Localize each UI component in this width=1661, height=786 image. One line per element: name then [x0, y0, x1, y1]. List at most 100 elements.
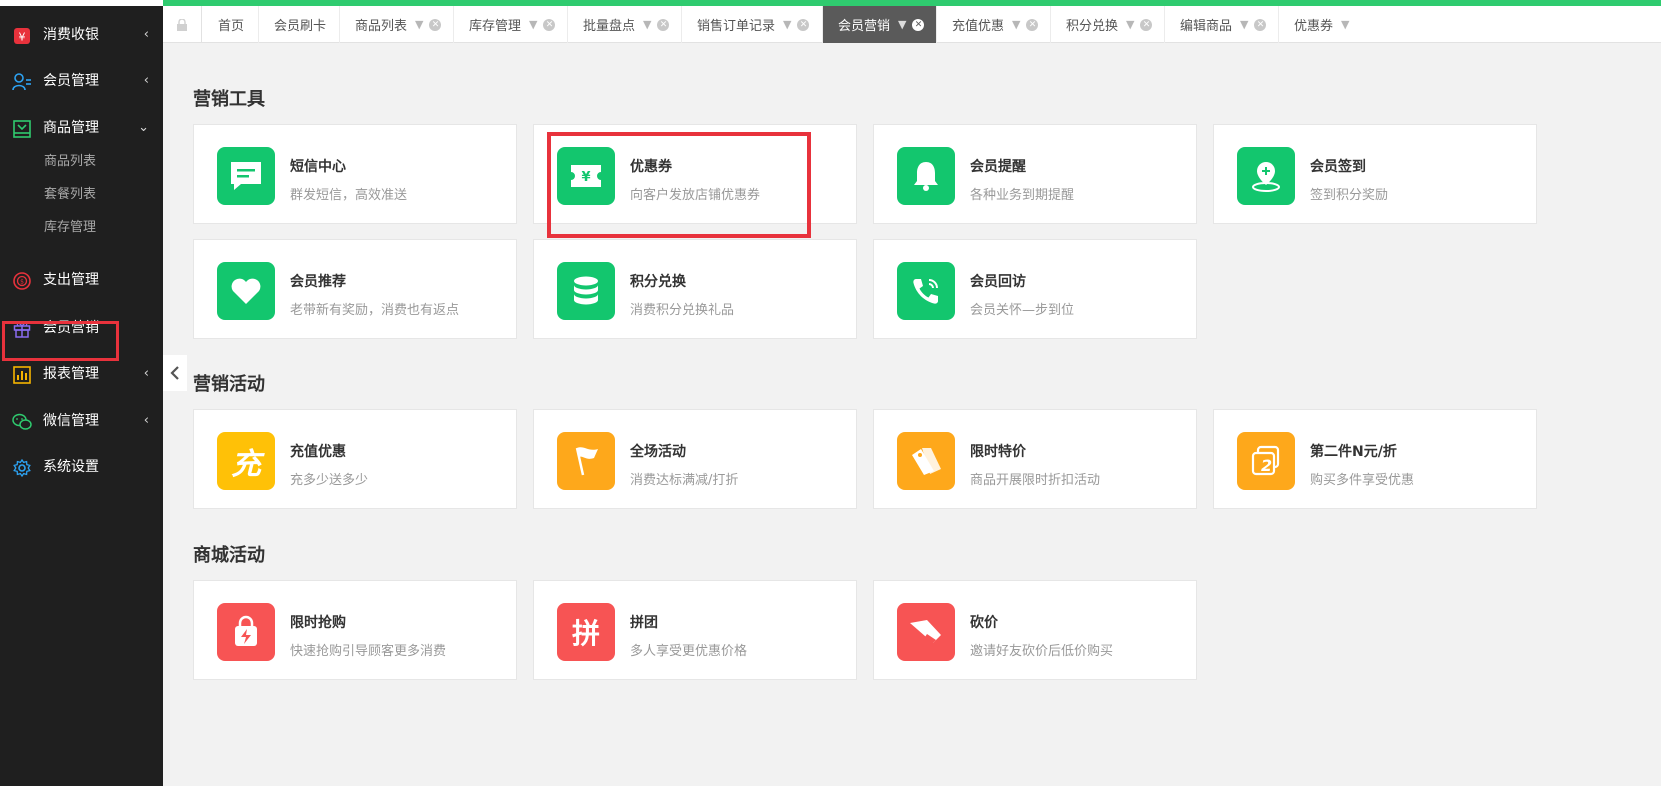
sidebar-item-label: 系统设置	[43, 459, 99, 475]
tab-label: 会员营销	[838, 19, 891, 34]
card-desc: 签到积分奖励	[1310, 188, 1389, 203]
cashier-icon: ¥	[12, 26, 32, 46]
pin-icon[interactable]: ▼	[783, 18, 791, 31]
pin-icon[interactable]: ▼	[529, 18, 537, 31]
card-recharge-offer[interactable]: 充 充值优惠 充多少送多少	[193, 409, 517, 509]
card-bargain[interactable]: 砍价 邀请好友砍价后低价购买	[873, 580, 1197, 680]
coins-icon	[557, 262, 615, 320]
sidebar-subitem-goods-list[interactable]: 商品列表	[44, 153, 96, 171]
tab-member-card[interactable]: 会员刷卡	[259, 6, 340, 43]
sidebar-item-wechat[interactable]: 微信管理 ‹	[0, 399, 163, 443]
close-icon[interactable]: ✕	[429, 18, 442, 31]
pin-icon[interactable]: ▼	[1126, 18, 1134, 31]
sidebar-item-cashier[interactable]: ¥ 消费收银 ‹	[0, 13, 163, 57]
tab-label: 商品列表	[355, 19, 408, 34]
sidebar-subitem-inventory[interactable]: 库存管理	[44, 219, 96, 237]
price-tag-icon	[897, 432, 955, 490]
pin-icon[interactable]: ▼	[643, 18, 651, 31]
card-title: 充值优惠	[290, 444, 346, 460]
pin-icon[interactable]: ▼	[1012, 18, 1020, 31]
card-group-buy[interactable]: 拼 拼团 多人享受更优惠价格	[533, 580, 857, 680]
report-icon	[12, 365, 32, 385]
card-second-item-deal[interactable]: 2 第二件N元/折 购买多件享受优惠	[1213, 409, 1537, 509]
flash-sale-icon	[217, 603, 275, 661]
lock-icon[interactable]	[163, 6, 202, 43]
tab-label: 库存管理	[469, 19, 522, 34]
close-icon[interactable]: ✕	[1026, 18, 1039, 31]
tab-edit-goods[interactable]: 编辑商品 ▼ ✕	[1165, 6, 1279, 43]
second-item-icon: 2	[1237, 432, 1295, 490]
card-limited-special[interactable]: 限时特价 商品开展限时折扣活动	[873, 409, 1197, 509]
card-points-exchange[interactable]: 积分兑换 消费积分兑换礼品	[533, 239, 857, 339]
members-icon	[12, 72, 32, 92]
pin-icon[interactable]: ▼	[1341, 18, 1349, 31]
tab-label: 充值优惠	[952, 19, 1005, 34]
tab-label: 批量盘点	[583, 19, 636, 34]
tab-points-exchange[interactable]: 积分兑换 ▼ ✕	[1051, 6, 1165, 43]
card-title: 会员提醒	[970, 159, 1026, 175]
close-icon[interactable]: ✕	[543, 18, 556, 31]
pin-icon[interactable]: ▼	[898, 18, 906, 31]
tab-label: 编辑商品	[1180, 19, 1233, 34]
tab-goods-list[interactable]: 商品列表 ▼ ✕	[340, 6, 454, 43]
card-desc: 群发短信，高效准送	[290, 188, 408, 203]
tab-sales-orders[interactable]: 销售订单记录 ▼ ✕	[682, 6, 823, 43]
tab-batch-count[interactable]: 批量盘点 ▼ ✕	[568, 6, 682, 43]
card-flash-sale[interactable]: 限时抢购 快速抢购引导顾客更多消费	[193, 580, 517, 680]
svg-text:¥: ¥	[19, 31, 26, 44]
coupon-highlight-box	[547, 132, 811, 238]
card-title: 限时抢购	[290, 615, 346, 631]
card-member-reminder[interactable]: 会员提醒 各种业务到期提醒	[873, 124, 1197, 224]
card-store-wide-event[interactable]: 全场活动 消费达标满减/打折	[533, 409, 857, 509]
goods-icon	[12, 119, 32, 139]
card-member-checkin[interactable]: 会员签到 签到积分奖励	[1213, 124, 1537, 224]
sidebar-item-goods[interactable]: 商品管理 ⌄	[0, 106, 163, 150]
sidebar-subitem-package-list[interactable]: 套餐列表	[44, 186, 96, 204]
card-desc: 会员关怀—步到位	[970, 303, 1075, 318]
card-title: 拼团	[630, 615, 658, 631]
close-icon[interactable]: ✕	[1254, 18, 1267, 31]
card-member-referral[interactable]: 会员推荐 老带新有奖励，消费也有返点	[193, 239, 517, 339]
tab-label: 积分兑换	[1066, 19, 1119, 34]
card-desc: 邀请好友砍价后低价购买	[970, 644, 1114, 659]
card-member-followup[interactable]: 会员回访 会员关怀—步到位	[873, 239, 1197, 339]
tab-label: 会员刷卡	[274, 19, 327, 34]
bell-icon	[897, 147, 955, 205]
close-icon[interactable]: ✕	[912, 18, 925, 31]
chevron-left-icon: ‹	[143, 27, 149, 42]
sidebar-item-label: 商品管理	[43, 120, 99, 136]
sidebar-highlight-box	[2, 321, 119, 361]
close-icon[interactable]: ✕	[797, 18, 810, 31]
close-icon[interactable]: ✕	[1140, 18, 1153, 31]
tab-member-marketing[interactable]: 会员营销 ▼ ✕	[823, 6, 937, 43]
sidebar: ¥ 消费收银 ‹ 会员管理 ‹ 商品管理 ⌄ 商品列表 套餐列表 库存管理 $ …	[0, 6, 163, 786]
sidebar-item-label: 会员管理	[43, 73, 99, 89]
sidebar-item-expense[interactable]: $ 支出管理	[0, 258, 163, 302]
sidebar-item-members[interactable]: 会员管理 ‹	[0, 59, 163, 103]
card-title: 第二件N元/折	[1310, 444, 1397, 460]
section-title-activities: 营销活动	[193, 374, 265, 395]
chevron-left-icon	[170, 366, 179, 380]
heart-icon	[217, 262, 275, 320]
sidebar-item-settings[interactable]: 系统设置	[0, 445, 163, 489]
sidebar-item-label: 微信管理	[43, 413, 99, 429]
card-sms-center[interactable]: 短信中心 群发短信，高效准送	[193, 124, 517, 224]
close-icon[interactable]: ✕	[657, 18, 670, 31]
phone-icon	[897, 262, 955, 320]
chevron-down-icon: ⌄	[138, 120, 149, 135]
tab-recharge-offer[interactable]: 充值优惠 ▼ ✕	[937, 6, 1051, 43]
card-desc: 商品开展限时折扣活动	[970, 473, 1101, 488]
settings-icon	[12, 458, 32, 478]
tab-inventory[interactable]: 库存管理 ▼ ✕	[454, 6, 568, 43]
tab-label: 首页	[218, 19, 245, 34]
chevron-left-icon: ‹	[143, 366, 149, 381]
sidebar-collapse-button[interactable]	[163, 355, 187, 391]
card-desc: 老带新有奖励，消费也有返点	[290, 303, 460, 318]
pin-icon[interactable]: ▼	[415, 18, 423, 31]
expense-icon: $	[12, 271, 32, 291]
tab-home[interactable]: 首页	[203, 6, 259, 43]
tab-coupon[interactable]: 优惠券 ▼	[1279, 6, 1379, 43]
card-title: 全场活动	[630, 444, 686, 460]
card-title: 会员回访	[970, 274, 1026, 290]
pin-icon[interactable]: ▼	[1240, 18, 1248, 31]
